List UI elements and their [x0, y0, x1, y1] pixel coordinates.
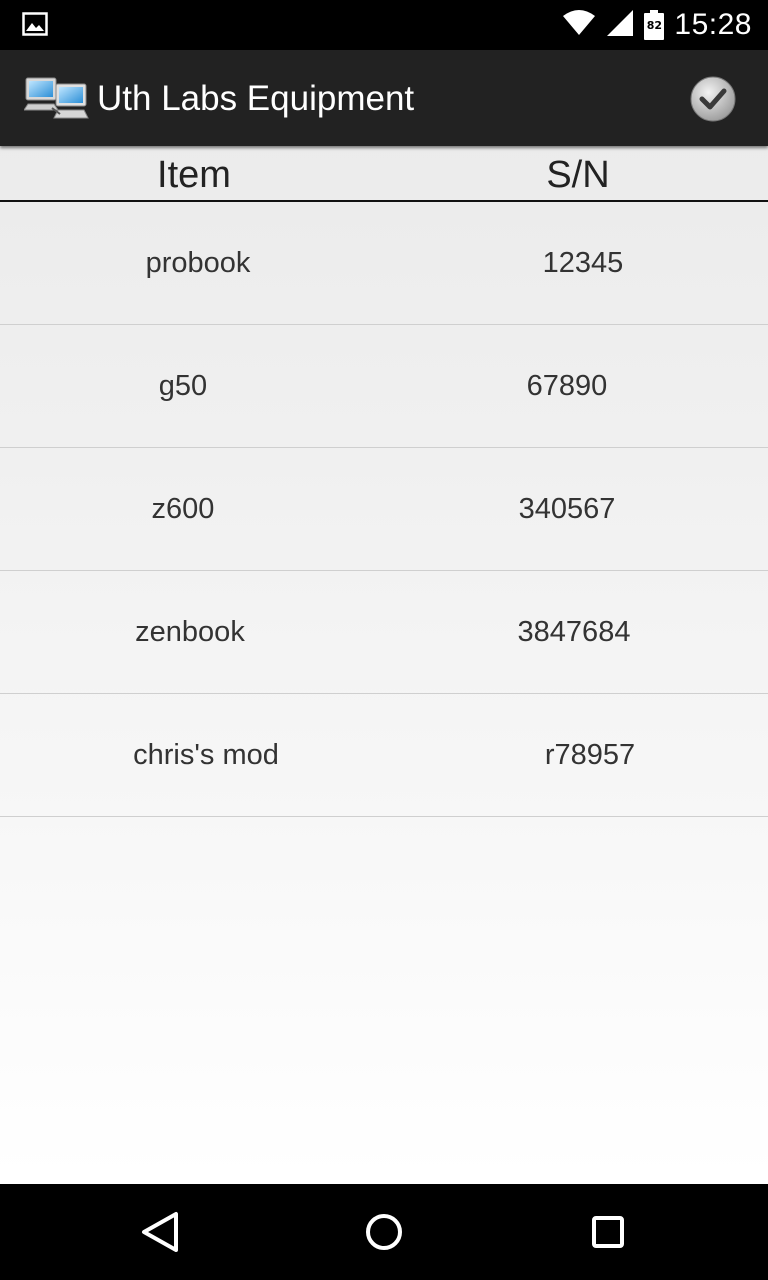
home-icon	[366, 1214, 402, 1250]
home-button[interactable]	[356, 1204, 412, 1260]
row-item-name: g50	[158, 370, 208, 402]
image-notification-icon	[22, 12, 48, 36]
column-header-sn: S/N	[546, 154, 610, 196]
back-icon	[142, 1212, 178, 1252]
row-serial-number: 12345	[542, 247, 624, 279]
status-time: 15:28	[674, 8, 752, 41]
navigation-bar	[0, 1184, 768, 1280]
column-header-item: Item	[157, 154, 231, 196]
table-row[interactable]: chris's mod r78957	[0, 694, 768, 817]
battery-level: 82	[646, 19, 663, 32]
cell-signal-icon	[606, 9, 634, 42]
row-serial-number: 3847684	[517, 616, 631, 648]
row-serial-number: 67890	[526, 370, 608, 402]
status-icons: 82 15:28	[562, 0, 752, 50]
networked-computers-icon[interactable]	[23, 74, 90, 124]
row-item-name: z600	[151, 493, 215, 525]
table-row[interactable]: g50 67890	[0, 325, 768, 448]
row-serial-number: r78957	[544, 739, 636, 771]
recents-icon	[592, 1216, 624, 1248]
table-row[interactable]: zenbook 3847684	[0, 571, 768, 694]
recents-button[interactable]	[580, 1204, 636, 1260]
table-row[interactable]: z600 340567	[0, 448, 768, 571]
action-bar: Uth Labs Equipment	[0, 50, 768, 146]
checkmark-icon	[690, 76, 736, 122]
row-serial-number: 340567	[518, 493, 616, 525]
equipment-list: probook 12345 g50 67890 z600 340567 zenb…	[0, 202, 768, 817]
row-item-name: chris's mod	[133, 739, 279, 771]
table-header: Item S/N	[0, 146, 768, 202]
back-button[interactable]	[132, 1204, 188, 1260]
app-title: Uth Labs Equipment	[97, 79, 415, 118]
app-screen: 82 15:28 Uth Labs Equipment Item S/N pro…	[0, 0, 768, 1280]
confirm-button[interactable]	[688, 74, 738, 124]
table-row[interactable]: probook 12345	[0, 202, 768, 325]
wifi-icon	[562, 9, 596, 42]
row-item-name: zenbook	[135, 616, 245, 648]
status-bar: 82 15:28	[0, 0, 768, 50]
battery-icon: 82	[644, 10, 665, 40]
row-item-name: probook	[145, 247, 251, 279]
